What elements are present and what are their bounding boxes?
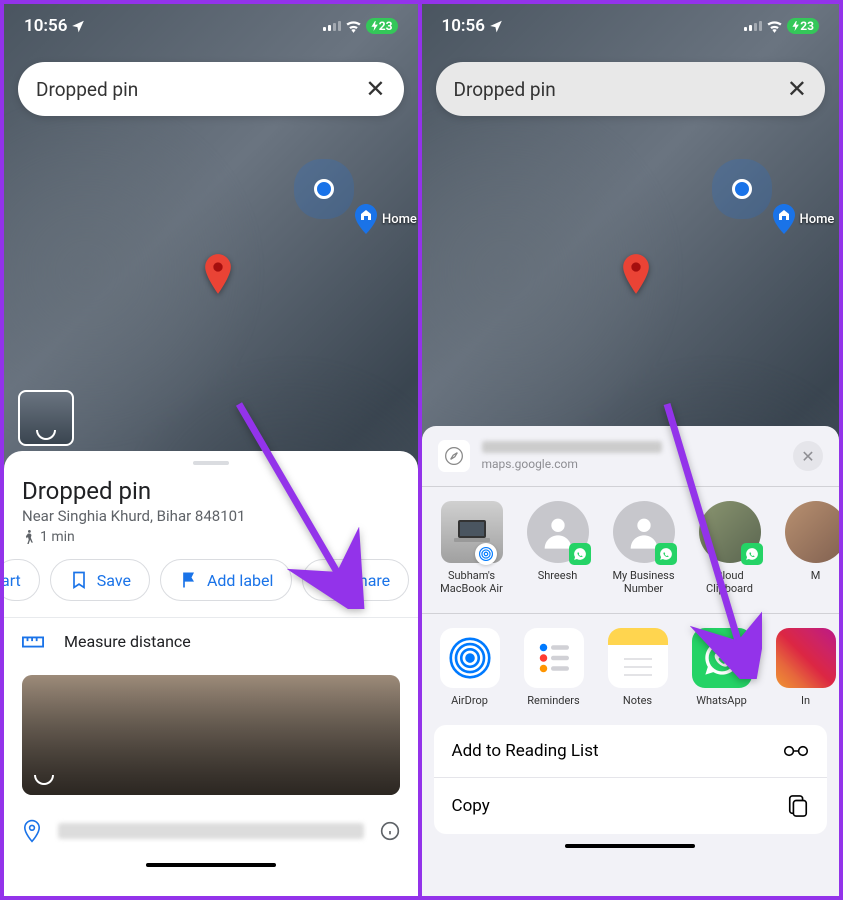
copy-action[interactable]: Copy [434,778,828,834]
share-title-blurred [482,441,662,453]
status-bar: 10:56 23 [4,4,418,48]
save-button[interactable]: Save [50,559,150,601]
cellular-signal-icon [323,21,341,31]
wifi-icon [345,20,362,33]
search-bar[interactable]: Dropped pin ✕ [436,62,826,116]
add-label-button[interactable]: Add label [160,559,292,601]
ios-share-sheet[interactable]: maps.google.com ✕ Subham's MacBook Air [422,426,840,896]
search-text: Dropped pin [36,78,365,101]
street-view-preview[interactable] [22,675,400,795]
avatar [699,501,761,563]
contact-item[interactable]: My Business Number [610,501,678,595]
contact-item[interactable]: Subham's MacBook Air [438,501,506,595]
pin-outline-icon [22,819,42,843]
dropped-pin-marker[interactable] [622,254,650,294]
cellular-signal-icon [744,21,762,31]
sheet-title: Dropped pin [4,477,418,505]
share-button[interactable]: Share [302,559,409,601]
contact-item[interactable]: Cloud Clipboard [696,501,764,595]
dropped-pin-marker[interactable] [204,254,232,294]
whatsapp-badge-icon [655,543,677,565]
status-bar: 10:56 23 [422,4,840,48]
contact-item[interactable]: M [782,501,840,595]
home-marker[interactable]: Home [772,204,835,234]
home-marker[interactable]: Home [354,204,417,234]
app-airdrop[interactable]: AirDrop [438,628,502,707]
instagram-icon [776,628,836,688]
status-time: 10:56 [24,16,67,36]
app-notes[interactable]: Notes [606,628,670,707]
address-row[interactable] [4,805,418,857]
sheet-subtitle: Near Singhia Khurd, Bihar 848101 [4,505,418,525]
share-close-button[interactable]: ✕ [793,441,823,471]
ruler-icon [22,634,44,650]
info-sheet[interactable]: Dropped pin Near Singhia Khurd, Bihar 84… [4,451,418,896]
notes-icon [608,628,668,688]
home-pin-icon [354,204,378,234]
app-reminders[interactable]: Reminders [522,628,586,707]
battery-indicator: 23 [787,18,819,34]
status-time: 10:56 [442,16,485,36]
airdrop-icon [440,628,500,688]
location-arrow-icon [71,19,85,33]
share-url: maps.google.com [482,457,662,471]
home-label-text: Home [382,212,417,227]
bookmark-icon [69,570,89,590]
avatar [613,501,675,563]
home-label-text: Home [800,212,835,227]
share-icon [321,570,341,590]
phone-right: 10:56 23 Dropped pin ✕ Home [422,4,840,896]
whatsapp-badge-icon [741,543,763,565]
address-blurred [58,823,364,839]
share-actions-list: Add to Reading List Copy [434,725,828,834]
app-whatsapp[interactable]: WhatsApp [690,628,754,707]
glasses-icon [783,743,809,759]
home-indicator[interactable] [565,844,695,848]
search-bar[interactable]: Dropped pin ✕ [18,62,404,116]
streetview-icon [34,775,54,785]
current-location-dot [314,179,334,199]
current-location-dot [732,179,752,199]
add-reading-list-action[interactable]: Add to Reading List [434,725,828,778]
streetview-icon [36,430,56,440]
search-text: Dropped pin [454,78,787,101]
contact-item[interactable]: Shreesh [524,501,592,595]
safari-icon [438,440,470,472]
whatsapp-badge-icon [569,543,591,565]
start-button[interactable]: art [4,559,40,601]
sheet-drag-handle[interactable] [193,461,229,465]
location-arrow-icon [489,19,503,33]
measure-distance-row[interactable]: Measure distance [4,617,418,665]
info-icon[interactable] [380,821,400,841]
flag-icon [179,570,199,590]
reminders-icon [524,628,584,688]
airdrop-badge-icon [475,543,497,565]
home-pin-icon [772,204,796,234]
apps-row: AirDrop Reminders Notes [422,628,840,725]
airdrop-contacts-row: Subham's MacBook Air Shreesh [422,501,840,613]
walk-time: 1 min [40,529,75,545]
avatar [527,501,589,563]
close-icon[interactable]: ✕ [787,75,807,103]
close-icon[interactable]: ✕ [365,75,385,103]
battery-indicator: 23 [366,18,398,34]
street-view-thumbnail[interactable] [18,390,74,446]
walk-icon [22,530,34,544]
copy-icon [787,794,809,818]
home-indicator[interactable] [146,863,276,867]
avatar [785,501,840,563]
wifi-icon [766,20,783,33]
phone-left: 10:56 23 Dropped pin ✕ Home [4,4,422,896]
app-instagram[interactable]: In [774,628,838,707]
macbook-icon [441,501,503,563]
whatsapp-icon [692,628,752,688]
